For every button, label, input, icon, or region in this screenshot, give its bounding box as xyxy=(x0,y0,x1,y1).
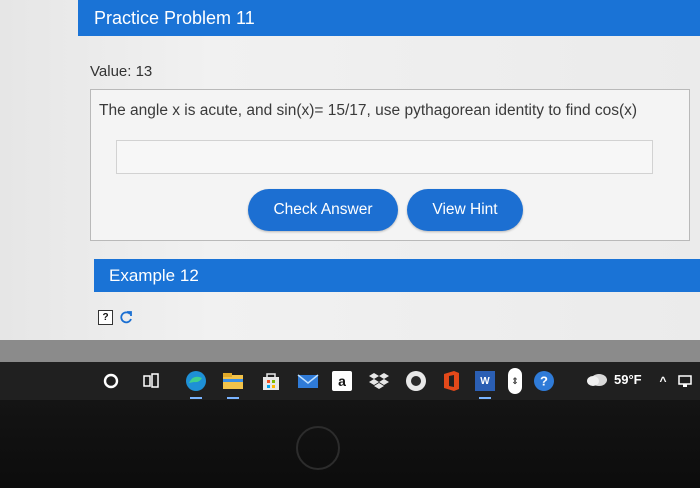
app-circle xyxy=(406,371,426,391)
help-circle: ? xyxy=(534,371,554,391)
dropbox-shape xyxy=(369,373,389,389)
amazon-icon[interactable]: a xyxy=(332,371,352,391)
hp-logo xyxy=(296,426,340,470)
office-logo xyxy=(444,371,459,391)
folder-shape xyxy=(223,373,243,389)
store-bag xyxy=(263,373,279,390)
search-circle xyxy=(103,373,119,389)
page-title: Practice Problem 11 xyxy=(94,8,255,28)
chevron-up-icon[interactable]: ^ xyxy=(652,370,674,392)
example-title: Example 12 xyxy=(109,266,199,285)
mail-icon[interactable] xyxy=(297,370,319,392)
external-link-icon[interactable] xyxy=(119,310,133,325)
taskbar: a W ⇕ ? 59°F ^ xyxy=(0,362,700,400)
edge-active-indicator xyxy=(190,397,202,399)
svg-text:?: ? xyxy=(540,374,548,389)
explorer-active-indicator xyxy=(227,397,239,399)
view-hint-button[interactable]: View Hint xyxy=(407,189,523,231)
problem-box: The angle x is acute, and sin(x)= 15/17,… xyxy=(90,89,690,241)
print-icon[interactable]: ? xyxy=(98,310,113,325)
store-icon[interactable] xyxy=(260,370,282,392)
answer-input[interactable] xyxy=(116,140,653,174)
search-icon[interactable] xyxy=(100,370,122,392)
overflow-scroll-icon[interactable]: ⇕ xyxy=(508,368,522,394)
external-link-icon-svg xyxy=(120,310,132,323)
weather-widget[interactable]: 59°F xyxy=(586,371,642,387)
example-header[interactable]: Example 12 xyxy=(94,259,700,292)
file-explorer-icon[interactable] xyxy=(222,370,244,392)
dropbox-icon[interactable] xyxy=(368,370,390,392)
check-answer-button[interactable]: Check Answer xyxy=(248,189,398,231)
screen-edge xyxy=(0,340,700,362)
edge-logo xyxy=(186,371,206,391)
office-icon[interactable] xyxy=(440,370,462,392)
example-tools: ? xyxy=(98,310,133,325)
problem-header: Practice Problem 11 xyxy=(78,0,700,36)
monitor-bezel xyxy=(0,400,700,488)
help-icon[interactable]: ? xyxy=(533,370,555,392)
network-shape xyxy=(678,375,692,387)
weather-temp: 59°F xyxy=(614,371,642,387)
cloud-icon xyxy=(587,374,607,386)
browser-viewport: Practice Problem 11 Value: 13 The angle … xyxy=(0,0,700,340)
word-active-indicator xyxy=(479,397,491,399)
network-icon[interactable] xyxy=(674,370,696,392)
app-icon[interactable] xyxy=(405,370,427,392)
task-view-icon[interactable] xyxy=(140,370,162,392)
value-label: Value: 13 xyxy=(90,63,153,80)
task-view-shape xyxy=(143,373,159,388)
question-text: The angle x is acute, and sin(x)= 15/17,… xyxy=(99,102,638,119)
mail-envelope xyxy=(297,374,319,388)
edge-icon[interactable] xyxy=(185,370,207,392)
word-icon[interactable]: W xyxy=(475,371,495,391)
